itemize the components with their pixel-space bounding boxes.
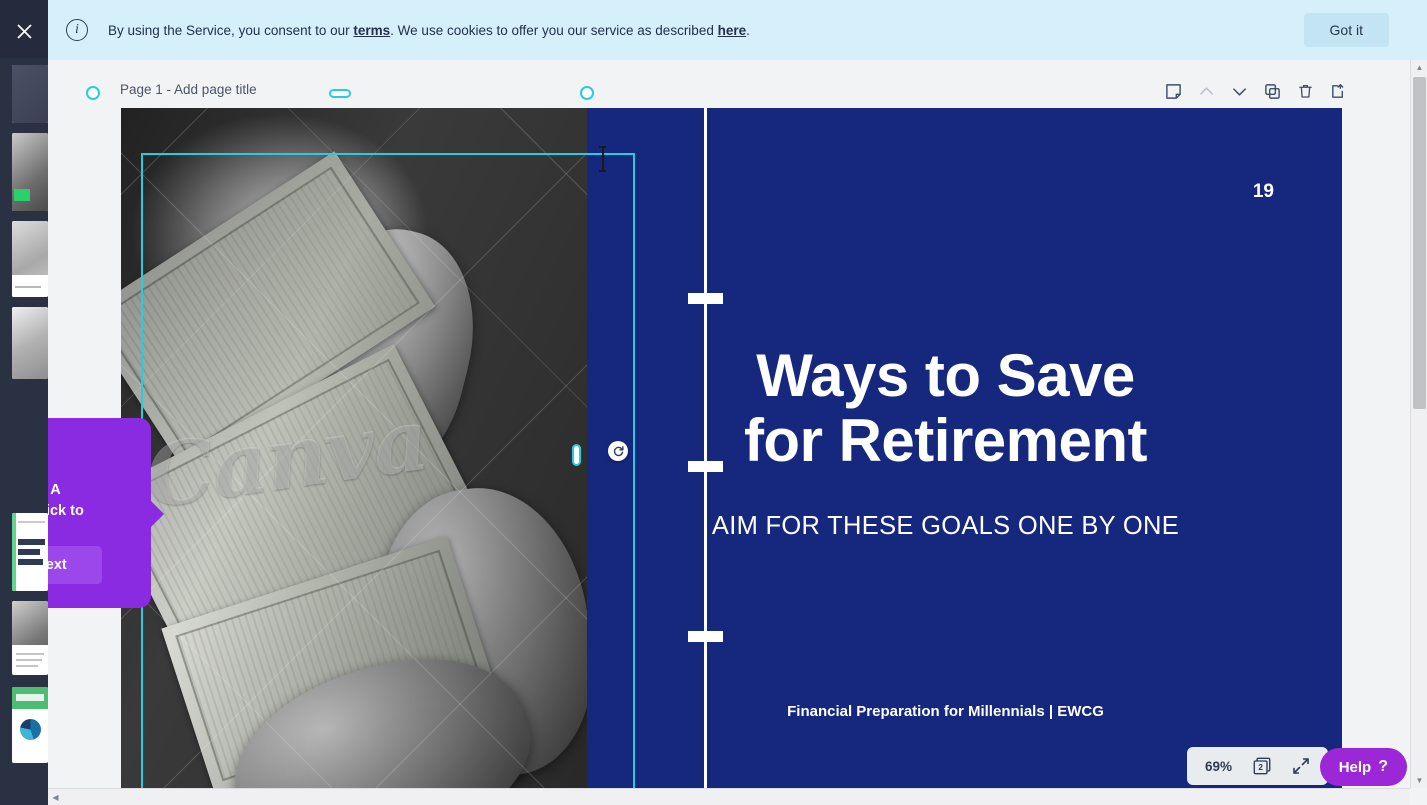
info-icon: i [66,19,88,41]
horizontal-scrollbar[interactable]: ◀ [48,788,1410,805]
scroll-left-arrow[interactable]: ◀ [48,789,63,805]
selection-handle-top-left[interactable] [86,86,100,100]
chevron-down-icon[interactable] [1228,80,1250,102]
slide-title[interactable]: Ways to Save for Retirement [601,342,1290,474]
scroll-up-arrow[interactable]: ▲ [1411,60,1427,75]
list-item[interactable] [12,221,48,297]
list-item[interactable] [12,133,48,211]
help-button-label: Help [1338,758,1372,776]
selection-handle-top-mid[interactable] [329,89,351,98]
cookie-text-after: . [746,22,750,38]
rotate-icon[interactable] [608,441,628,461]
page-thumbnail-list[interactable] [0,58,48,805]
onboarding-tooltip: k on it. A uble click to Next [48,418,164,608]
trash-icon[interactable] [1294,80,1316,102]
duplicate-icon[interactable] [1261,80,1283,102]
here-link[interactable]: here [718,23,747,38]
slide-footer[interactable]: Financial Preparation for Millennials | … [601,703,1290,720]
cookie-text-middle: . We use cookies to offer you our servic… [390,22,718,38]
slide-photo-element[interactable]: Canva [121,108,587,790]
page-toolbar [1162,80,1349,102]
scroll-down-arrow[interactable]: ▼ [1411,773,1427,788]
notes-icon[interactable] [1162,80,1184,102]
slide-subtitle[interactable]: AIM FOR THESE GOALS ONE BY ONE [601,512,1290,541]
got-it-button[interactable]: Got it [1303,13,1389,47]
slide-title-line-1: Ways to Save [756,342,1135,409]
zoom-level-value[interactable]: 69% [1205,759,1232,774]
page-header-row: Page 1 - Add page title [120,80,1349,110]
zoom-controls: 69% 2 [1186,747,1328,785]
cookie-text-before: By using the Service, you consent to our [108,22,354,38]
tooltip-line-2: uble click to [48,502,84,519]
list-item[interactable] [12,601,48,675]
tooltip-line-1: k on it. A [48,482,61,498]
page-title[interactable]: Page 1 - Add page title [120,82,257,97]
tooltip-next-button[interactable]: Next [48,546,102,584]
vertical-scrollbar[interactable]: ▲ ▼ [1410,60,1427,788]
tooltip-text: k on it. A uble click to [48,480,139,521]
close-icon[interactable] [0,14,48,48]
list-item[interactable] [12,687,48,763]
cookie-consent-text: By using the Service, you consent to our… [108,23,1304,38]
cookie-consent-banner: i By using the Service, you consent to o… [48,0,1427,60]
photo-shading [121,108,587,790]
list-item[interactable] [12,65,48,123]
left-sidebar [0,0,48,805]
list-item[interactable] [12,307,48,379]
editor-canvas-area: Page 1 - Add page title Canva 19 Ways to… [48,60,1427,805]
decorative-tick [688,293,723,304]
lock-icon[interactable] [1327,80,1349,102]
terms-link[interactable]: terms [353,23,390,38]
decorative-tick [688,631,723,642]
selection-handle-top-right[interactable] [580,86,594,100]
slide-title-line-2: for Retirement [743,406,1148,474]
help-button[interactable]: Help ? [1319,748,1407,786]
svg-text:2: 2 [1258,763,1263,772]
vertical-scrollbar-thumb[interactable] [1413,77,1426,409]
slide-canvas[interactable]: Canva 19 Ways to Save for Retirement AIM… [121,108,1342,790]
chevron-up-icon[interactable] [1195,80,1217,102]
canva-editor-window: i By using the Service, you consent to o… [0,0,1427,805]
tooltip-arrow [150,500,164,528]
expand-icon[interactable] [1292,757,1310,775]
slide-page-number: 19 [1252,181,1274,202]
list-item[interactable] [12,513,48,591]
pages-icon[interactable]: 2 [1252,756,1272,776]
selection-handle-right-mid[interactable] [572,444,581,466]
question-mark-icon: ? [1378,758,1388,775]
